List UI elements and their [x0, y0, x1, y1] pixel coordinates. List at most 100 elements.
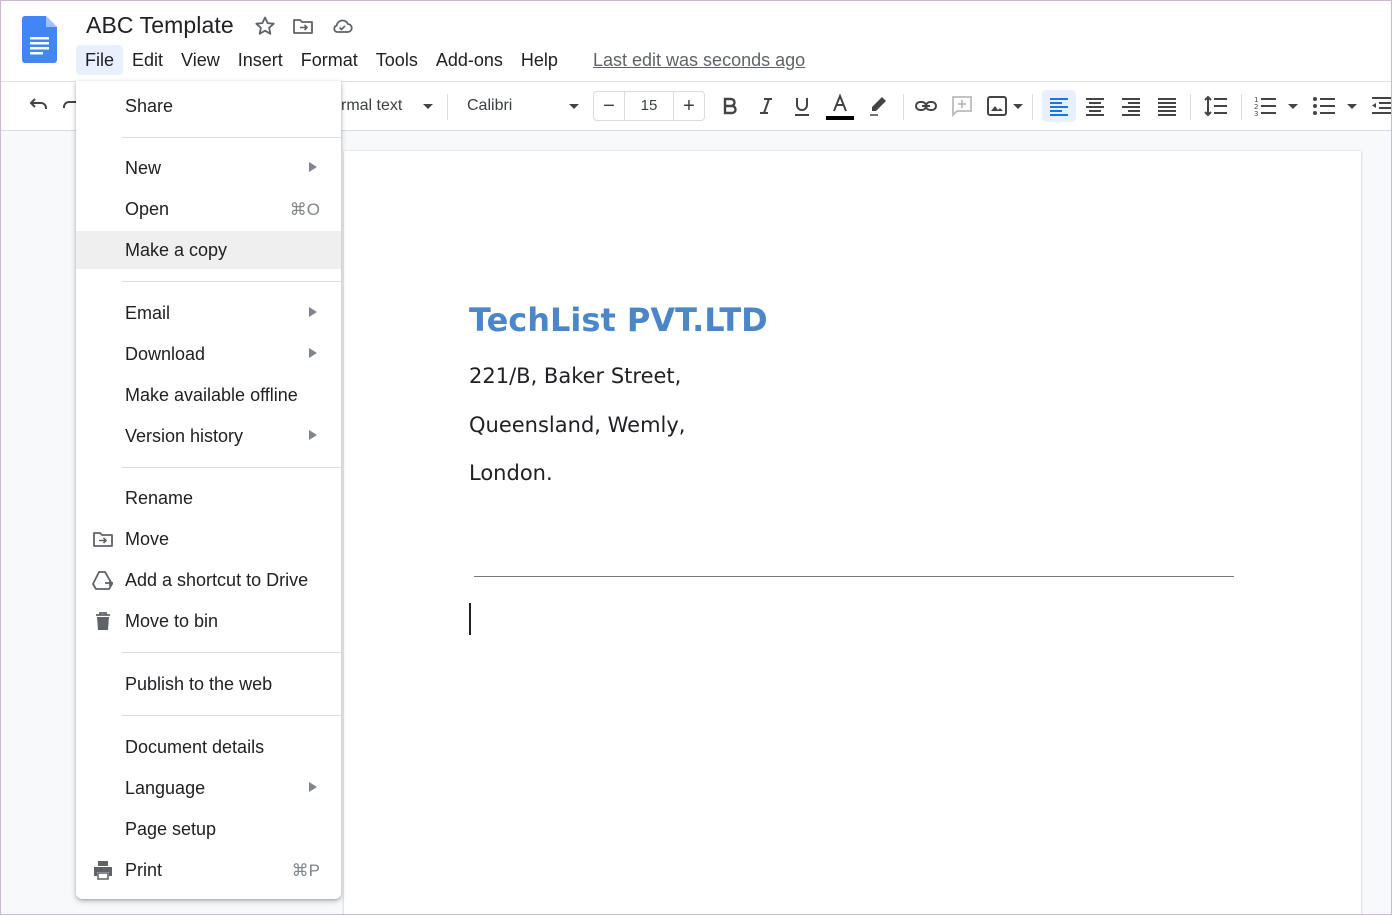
redo-icon[interactable] [61, 94, 77, 118]
menu-item-label: Email [125, 303, 171, 323]
menu-help[interactable]: Help [512, 45, 567, 75]
menu-divider [122, 467, 341, 468]
font-size-control: − 15 + [593, 91, 705, 121]
menu-format[interactable]: Format [292, 45, 367, 75]
shortcut-hint: ⌘O [289, 200, 320, 219]
align-right-icon[interactable] [1119, 94, 1143, 118]
address-line: 221/B, Baker Street, [469, 364, 682, 388]
chevron-down-icon[interactable] [567, 94, 581, 118]
add-comment-icon[interactable] [950, 94, 974, 118]
menu-item-label: Share [125, 96, 174, 116]
menu-item-make-available-offline[interactable]: Make available offline [76, 376, 341, 414]
address-line: Queensland, Wemly, [469, 413, 686, 437]
chevron-down-icon[interactable] [1011, 94, 1025, 118]
bold-icon[interactable] [718, 94, 742, 118]
svg-text:3: 3 [1254, 110, 1258, 118]
menu-item-label: Publish to the web [125, 674, 273, 694]
menu-item-language[interactable]: Language [76, 769, 341, 807]
menu-item-publish-to-web[interactable]: Publish to the web [76, 665, 341, 703]
menu-item-label: Version history [125, 426, 244, 446]
menu-item-version-history[interactable]: Version history [76, 417, 341, 455]
menu-item-share[interactable]: Share [76, 87, 341, 125]
align-left-icon[interactable] [1047, 94, 1071, 118]
increase-font-size-button[interactable]: + [673, 92, 704, 120]
menu-edit[interactable]: Edit [123, 45, 172, 75]
menu-insert[interactable]: Insert [229, 45, 292, 75]
menu-view[interactable]: View [172, 45, 229, 75]
menu-item-label: Download [125, 344, 206, 364]
menu-item-label: Document details [125, 737, 265, 757]
menu-item-download[interactable]: Download [76, 335, 341, 373]
chevron-down-icon[interactable] [421, 94, 435, 118]
move-folder-icon [93, 532, 113, 547]
document-page[interactable]: TechList PVT.LTD 221/B, Baker Street, Qu… [344, 151, 1361, 914]
menu-divider [122, 137, 341, 138]
menu-item-new[interactable]: New [76, 149, 341, 187]
submenu-arrow-icon [309, 162, 317, 172]
menu-item-open[interactable]: Open ⌘O [76, 190, 341, 228]
menu-item-add-shortcut-to-drive[interactable]: Add a shortcut to Drive [76, 561, 341, 599]
chevron-down-icon[interactable] [1345, 94, 1359, 118]
insert-image-icon[interactable] [985, 94, 1009, 118]
drive-shortcut-icon [92, 571, 113, 590]
insert-link-icon[interactable] [914, 94, 938, 118]
font-size-input[interactable]: 15 [624, 92, 674, 120]
company-heading: TechList PVT.LTD [469, 301, 768, 339]
cloud-saved-icon[interactable] [330, 14, 354, 38]
paragraph-style-select[interactable]: rmal text [341, 97, 402, 115]
file-menu-dropdown: Share New Open ⌘O Make a copy Email Down… [76, 81, 341, 899]
menu-divider [122, 652, 341, 653]
menu-item-label: Add a shortcut to Drive [125, 570, 309, 590]
submenu-arrow-icon [309, 348, 317, 358]
italic-icon[interactable] [754, 94, 778, 118]
menu-item-label: Print [125, 860, 163, 880]
menu-item-label: New [125, 158, 162, 178]
last-edit-link[interactable]: Last edit was seconds ago [593, 50, 805, 71]
star-icon[interactable] [253, 14, 277, 38]
text-cursor [469, 603, 471, 635]
line-spacing-icon[interactable] [1203, 94, 1229, 118]
menu-item-label: Make a copy [125, 240, 228, 260]
text-color-icon[interactable] [825, 92, 855, 122]
toolbar-divider [1032, 94, 1033, 120]
toolbar-divider [903, 94, 904, 120]
menu-item-make-a-copy[interactable]: Make a copy [76, 231, 341, 269]
document-title[interactable]: ABC Template [86, 12, 234, 39]
menu-file[interactable]: File [76, 45, 124, 75]
menu-item-label: Make available offline [125, 385, 298, 405]
decrease-font-size-button[interactable]: − [594, 92, 625, 120]
menu-item-move[interactable]: Move [76, 520, 341, 558]
highlight-color-icon[interactable] [867, 94, 891, 118]
align-center-icon[interactable] [1083, 94, 1107, 118]
decrease-indent-icon[interactable] [1369, 94, 1391, 118]
font-family-select[interactable]: Calibri [467, 97, 512, 115]
menu-addons[interactable]: Add-ons [427, 45, 512, 75]
menu-item-document-details[interactable]: Document details [76, 728, 341, 766]
submenu-arrow-icon [309, 782, 317, 792]
undo-icon[interactable] [27, 94, 51, 118]
menu-item-page-setup[interactable]: Page setup [76, 810, 341, 848]
menu-bar: File Edit View Insert Format Tools Add-o… [76, 45, 567, 75]
justify-icon[interactable] [1155, 94, 1179, 118]
menu-item-email[interactable]: Email [76, 294, 341, 332]
chevron-down-icon[interactable] [1286, 94, 1300, 118]
docs-header: ABC Template File Edit View Insert Forma… [1, 1, 1391, 81]
bulleted-list-icon[interactable] [1312, 94, 1336, 118]
menu-tools[interactable]: Tools [367, 45, 427, 75]
menu-item-move-to-bin[interactable]: Move to bin [76, 602, 341, 640]
menu-divider [122, 281, 341, 282]
app-window: ABC Template File Edit View Insert Forma… [0, 0, 1392, 915]
google-docs-icon[interactable] [22, 16, 57, 63]
menu-item-rename[interactable]: Rename [76, 479, 341, 517]
numbered-list-icon[interactable]: 1 2 3 [1253, 94, 1277, 118]
address-line: London. [469, 461, 553, 485]
underline-icon[interactable] [790, 94, 814, 118]
menu-item-label: Move to bin [125, 611, 219, 631]
menu-item-print[interactable]: Print ⌘P [76, 851, 341, 889]
toolbar-divider [1190, 94, 1191, 120]
horizontal-rule [474, 576, 1234, 577]
submenu-arrow-icon [309, 307, 317, 317]
shortcut-hint: ⌘P [291, 861, 320, 880]
move-to-folder-icon[interactable] [291, 14, 315, 38]
printer-icon [94, 861, 112, 880]
